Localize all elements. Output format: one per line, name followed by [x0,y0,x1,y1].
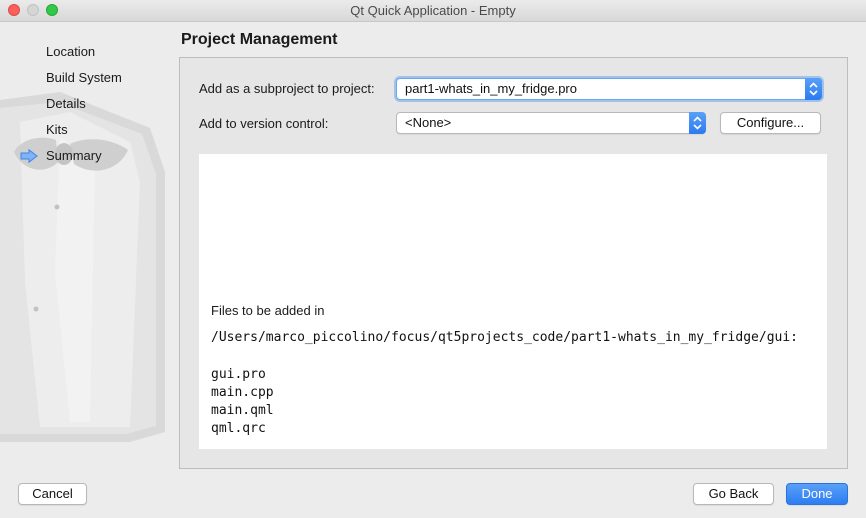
subproject-select[interactable]: part1-whats_in_my_fridge.pro [396,78,822,100]
subproject-select-value: part1-whats_in_my_fridge.pro [405,81,577,96]
list-item: main.qml [211,403,274,418]
step-label: Location [46,44,96,59]
window-title: Qt Quick Application - Empty [350,3,516,18]
title-bar: Qt Quick Application - Empty [0,0,866,22]
version-control-label: Add to version control: [199,116,329,131]
step-details: Details [0,94,170,120]
files-summary: Files to be added in /Users/marco_piccol… [199,154,827,449]
step-kits: Kits [0,120,170,146]
step-label: Details [46,96,86,111]
go-back-button[interactable]: Go Back [693,483,774,505]
step-label: Kits [46,122,68,137]
configure-button[interactable]: Configure... [720,112,821,134]
subproject-label: Add as a subproject to project: [199,81,375,96]
page-title: Project Management [181,31,338,48]
step-summary: Summary [0,146,170,172]
version-control-select[interactable]: <None> [396,112,706,134]
select-stepper-icon [805,78,822,100]
list-item: qml.qrc [211,421,266,436]
wizard-sidebar: Location Build System Details Kits Summa… [0,22,170,518]
step-label: Build System [46,70,122,85]
cancel-button[interactable]: Cancel [18,483,87,505]
list-item: gui.pro [211,367,266,382]
step-build-system: Build System [0,68,170,94]
file-list: gui.pro main.cpp main.qml qml.qrc [211,366,274,438]
select-stepper-icon [689,112,706,134]
version-control-select-value: <None> [405,115,452,130]
step-location: Location [0,42,170,68]
done-button[interactable]: Done [786,483,848,505]
current-step-arrow-icon [20,148,38,169]
list-item: main.cpp [211,385,274,400]
files-title: Files to be added in [211,303,325,318]
files-path: /Users/marco_piccolino/focus/qt5projects… [211,330,798,345]
step-label: Summary [46,148,102,163]
